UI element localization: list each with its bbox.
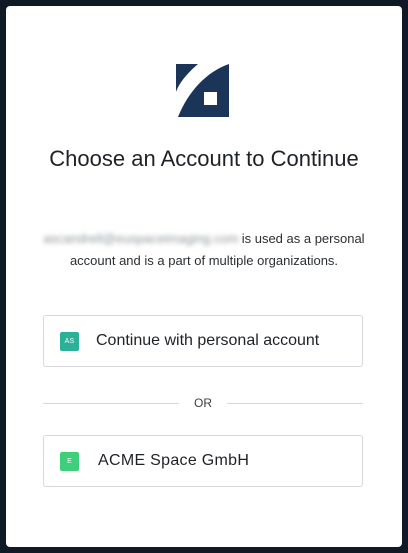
brand-logo-icon bbox=[176, 64, 229, 117]
continue-personal-account-button[interactable]: AS Continue with personal account bbox=[43, 315, 363, 367]
organization-option-acme[interactable]: E ACME Space GmbH bbox=[43, 435, 363, 487]
organization-avatar: E bbox=[60, 451, 79, 471]
divider-line-left bbox=[43, 402, 179, 404]
account-description: ascandrell@euspaceimaging.com is used as … bbox=[6, 228, 402, 272]
account-email: ascandrell@euspaceimaging.com bbox=[43, 231, 239, 246]
continue-personal-account-label: Continue with personal account bbox=[96, 332, 320, 349]
page-title: Choose an Account to Continue bbox=[49, 146, 359, 171]
personal-account-avatar: AS bbox=[60, 331, 79, 351]
divider-or-label: OR bbox=[194, 396, 212, 410]
divider-line-right bbox=[227, 402, 363, 404]
or-divider: OR bbox=[43, 395, 363, 411]
account-chooser-card: Choose an Account to Continue ascandrell… bbox=[6, 6, 402, 547]
organization-name: ACME Space GmbH bbox=[98, 452, 250, 469]
